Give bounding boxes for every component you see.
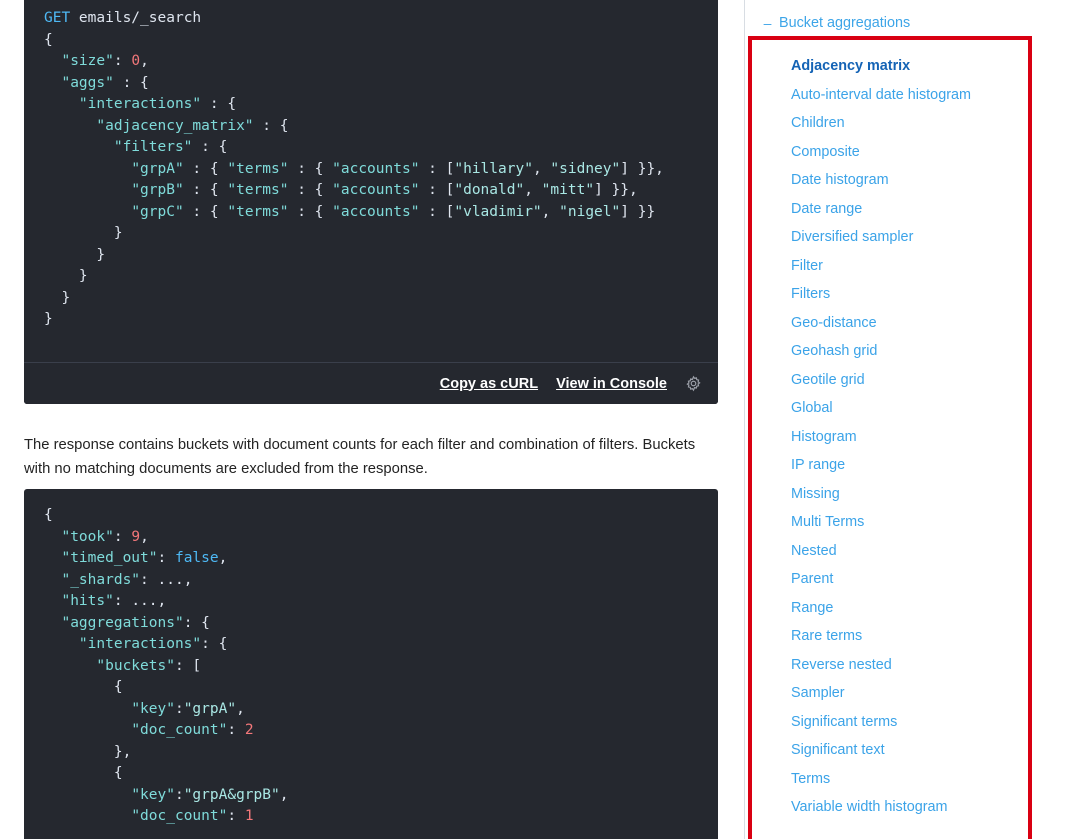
sidebar-item-terms[interactable]: Terms — [752, 765, 1028, 794]
sidebar-item-filter[interactable]: Filter — [752, 252, 1028, 281]
sidebar-item-date-range[interactable]: Date range — [752, 195, 1028, 224]
sidebar-item-parent[interactable]: Parent — [752, 565, 1028, 594]
bucket-aggregations-list: Adjacency matrixAuto-interval date histo… — [748, 36, 1032, 839]
sidebar-item-global[interactable]: Global — [752, 394, 1028, 423]
sidebar-item-rare-terms[interactable]: Rare terms — [752, 622, 1028, 651]
request-code[interactable]: GET emails/_search { "size": 0, "aggs" :… — [24, 0, 718, 341]
sidebar-item-missing[interactable]: Missing — [752, 480, 1028, 509]
sidebar-item-diversified-sampler[interactable]: Diversified sampler — [752, 223, 1028, 252]
sidebar-item-ip-range[interactable]: IP range — [752, 451, 1028, 480]
sidebar-item-reverse-nested[interactable]: Reverse nested — [752, 651, 1028, 680]
documentation-page: GET emails/_search { "size": 0, "aggs" :… — [0, 0, 1080, 839]
sidebar-item-nested[interactable]: Nested — [752, 537, 1028, 566]
sidebar-section-bucket-aggregations[interactable]: – Bucket aggregations — [755, 0, 1080, 31]
sidebar-item-geotile-grid[interactable]: Geotile grid — [752, 366, 1028, 395]
sidebar-item-children[interactable]: Children — [752, 109, 1028, 138]
sidebar-item-significant-text[interactable]: Significant text — [752, 736, 1028, 765]
sidebar-item-histogram[interactable]: Histogram — [752, 423, 1028, 452]
sidebar-item-range[interactable]: Range — [752, 594, 1028, 623]
response-code[interactable]: { "took": 9, "timed_out": false, "_shard… — [24, 489, 718, 838]
sidebar-item-date-histogram[interactable]: Date histogram — [752, 166, 1028, 195]
sidebar-item-variable-width-histogram[interactable]: Variable width histogram — [752, 793, 1028, 822]
request-code-toolbar: Copy as cURL View in Console — [24, 362, 718, 404]
gear-icon[interactable] — [685, 375, 702, 392]
response-code-block: { "took": 9, "timed_out": false, "_shard… — [24, 489, 718, 839]
sidebar-item-geo-distance[interactable]: Geo-distance — [752, 309, 1028, 338]
copy-as-curl-link[interactable]: Copy as cURL — [440, 376, 538, 392]
sidebar-item-geohash-grid[interactable]: Geohash grid — [752, 337, 1028, 366]
request-code-block: GET emails/_search { "size": 0, "aggs" :… — [24, 0, 718, 404]
sidebar-item-adjacency-matrix[interactable]: Adjacency matrix — [752, 52, 1028, 81]
right-sidebar-nav: – Bucket aggregations Adjacency matrixAu… — [745, 0, 1080, 839]
sidebar-item-significant-terms[interactable]: Significant terms — [752, 708, 1028, 737]
response-description-paragraph: The response contains buckets with docum… — [24, 433, 714, 481]
sidebar-item-auto-interval-date-histogram[interactable]: Auto-interval date histogram — [752, 81, 1028, 110]
view-in-console-link[interactable]: View in Console — [556, 376, 667, 392]
sidebar-item-sampler[interactable]: Sampler — [752, 679, 1028, 708]
sidebar-item-composite[interactable]: Composite — [752, 138, 1028, 167]
sidebar-item-multi-terms[interactable]: Multi Terms — [752, 508, 1028, 537]
sidebar-section-title: Bucket aggregations — [779, 15, 910, 31]
sidebar-item-subtleties-of-bucketing-range-fields[interactable]: Subtleties of bucketing range fields — [752, 833, 1028, 839]
sidebar-item-filters[interactable]: Filters — [752, 280, 1028, 309]
main-content: GET emails/_search { "size": 0, "aggs" :… — [0, 0, 745, 839]
collapse-minus-icon[interactable]: – — [763, 16, 772, 30]
